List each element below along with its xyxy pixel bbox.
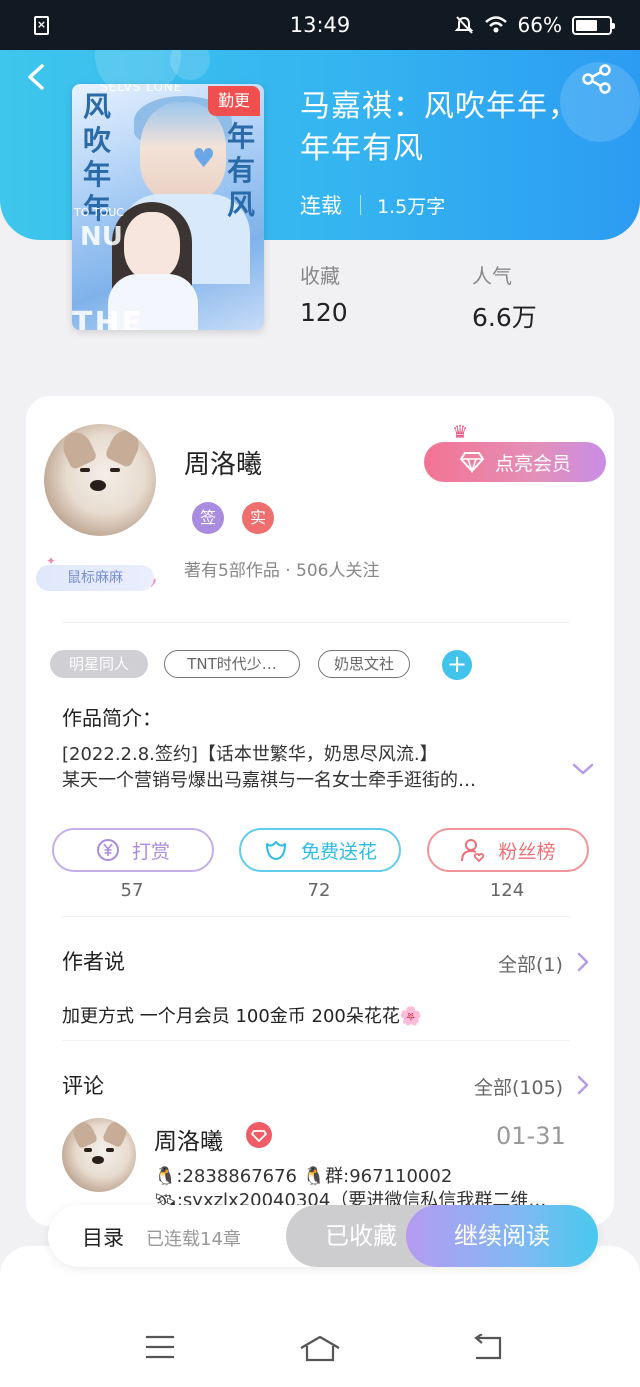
tag-celebrity-fanfic[interactable]: 明星同人 <box>50 650 148 678</box>
cover-vertical-right: 年有风 <box>226 120 255 221</box>
back-button[interactable] <box>22 62 52 92</box>
battery-icon <box>572 15 615 35</box>
status-bar: × 13:49 66% <box>0 0 640 50</box>
tip-label: 打赏 <box>131 840 170 863</box>
commenter-avatar[interactable] <box>62 1118 136 1192</box>
signed-badge: 签 <box>192 502 224 534</box>
continue-reading-button[interactable]: 继续阅读 <box>406 1205 598 1267</box>
author-says-heading: 作者说 <box>62 950 125 974</box>
comment-line-1: 🐧:2838867676 🐧群:967110002 <box>154 1166 453 1187</box>
author-avatar[interactable] <box>44 424 156 536</box>
comments-more[interactable]: 全部(105) <box>474 1073 563 1100</box>
chapter-count: 已连载14章 <box>146 1229 241 1250</box>
chevron-left-icon <box>28 64 44 90</box>
divider <box>62 1040 570 1041</box>
status-time: 13:49 <box>289 13 351 37</box>
fan-ranking-button[interactable]: 粉丝榜 <box>427 828 589 872</box>
author-meta: 著有5部作品 · 506人关注 <box>184 561 380 581</box>
tip-count: 57 <box>120 880 144 901</box>
home-icon[interactable] <box>298 1334 342 1362</box>
commenter-name[interactable]: 周洛曦 <box>154 1122 223 1156</box>
intro-line-2: 某天一个营销号爆出马嘉祺与一名女士牵手逛街的… <box>62 770 476 791</box>
user-heart-icon <box>461 839 485 863</box>
fan-ranking-label: 粉丝榜 <box>498 840 556 863</box>
verified-badge: 实 <box>242 502 274 534</box>
author-says-more[interactable]: 全部(1) <box>498 950 563 977</box>
crown-icon: ♛ <box>452 422 469 443</box>
divider <box>62 622 570 623</box>
update-badge: 勤更 <box>208 86 260 116</box>
cover-mid-text: NU <box>80 222 123 252</box>
vip-diamond-badge <box>246 1122 272 1148</box>
fan-count: 124 <box>489 880 525 901</box>
vip-button[interactable]: 点亮会员 <box>424 442 606 482</box>
book-status-row: 连载 1.5万字 <box>300 190 445 220</box>
author-title-tag: 鼠标麻麻 <box>36 565 154 591</box>
share-icon <box>582 64 611 94</box>
flower-count: 72 <box>307 880 331 901</box>
intro-text[interactable]: [2022.2.8.签约]【话本世繁华，奶思尽风流.】 某天一个营销号爆出马嘉祺… <box>62 742 562 794</box>
flower-icon <box>265 841 286 860</box>
share-button[interactable] <box>580 62 614 96</box>
chevron-right-icon[interactable] <box>576 951 590 973</box>
add-tag-button[interactable]: + <box>442 650 472 680</box>
author-note: 加更方式 一个月会员 100金币 200朵花花🌸 <box>62 1006 423 1027</box>
stat-label-popularity: 人气 <box>472 264 512 288</box>
tag-naisi[interactable]: 奶思文社 <box>318 650 410 678</box>
tip-button[interactable]: 打赏 <box>52 828 214 872</box>
send-flower-label: 免费送花 <box>300 840 377 863</box>
stat-value-favorites: 120 <box>300 298 348 327</box>
toc-button[interactable]: 目录 <box>82 1222 124 1252</box>
heart-icon: ♥ <box>192 144 216 174</box>
serial-status: 连载 <box>300 194 342 218</box>
comment-date: 01-31 <box>496 1122 566 1150</box>
back-nav-icon[interactable] <box>470 1334 504 1362</box>
author-name[interactable]: 周洛曦 <box>184 444 262 481</box>
book-cover[interactable]: SELVS LONE ♥ 风吹年年 年有风 TO TOUC NU THE <box>72 84 264 330</box>
divider <box>62 916 570 917</box>
intro-heading: 作品简介： <box>62 706 162 730</box>
menu-icon[interactable] <box>144 1334 176 1360</box>
chevron-down-icon[interactable] <box>572 758 594 780</box>
send-flower-button[interactable]: 免费送花 <box>239 828 401 872</box>
tag-tnt[interactable]: TNT时代少… <box>164 650 300 678</box>
intro-line-1: [2022.2.8.签约]【话本世繁华，奶思尽风流.】 <box>62 744 438 765</box>
comments-heading: 评论 <box>62 1074 104 1098</box>
book-title: 马嘉祺：风吹年年，年年有风 <box>300 89 579 166</box>
system-nav-bar <box>0 1246 640 1387</box>
chevron-right-icon[interactable] <box>576 1074 590 1096</box>
stat-label-favorites: 收藏 <box>300 264 340 288</box>
diamond-icon <box>250 1130 268 1143</box>
word-count: 1.5万字 <box>377 195 446 218</box>
cover-big-text: THE <box>72 306 145 330</box>
yen-coin-icon <box>96 839 119 861</box>
stat-value-popularity: 6.6万 <box>472 303 537 332</box>
cover-side-text: TO TOUC <box>74 206 124 219</box>
diamond-icon <box>459 452 485 473</box>
vip-button-label: 点亮会员 <box>494 452 571 475</box>
